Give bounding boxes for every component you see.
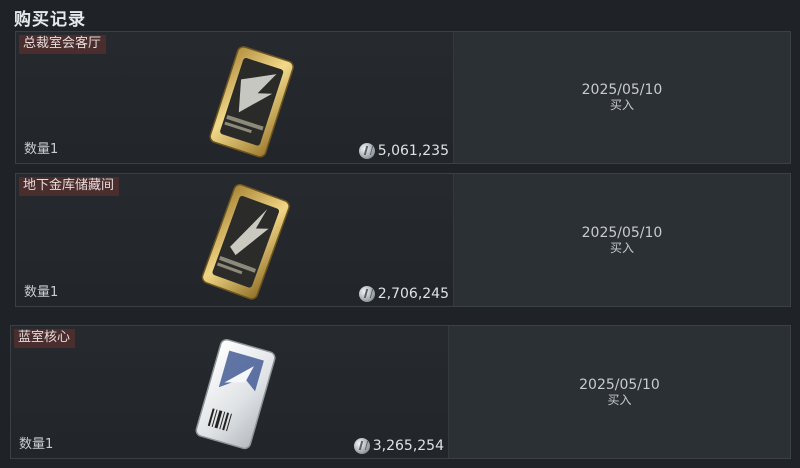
item-name-tag: 蓝室核心 [14, 329, 76, 348]
item-name-tag: 地下金库储藏间 [19, 177, 120, 196]
price-value: 2,706,245 [377, 286, 449, 302]
record-item-panel: 蓝室核心 数量1 3,265,254 [11, 326, 449, 458]
record-info-panel: 2025/05/10 买入 [449, 326, 790, 458]
purchase-record[interactable]: 蓝室核心 数量1 3,265,254 2025/05/10 买入 [10, 325, 791, 459]
transaction-type: 买入 [609, 98, 634, 112]
quantity-label: 数量1 [19, 437, 54, 452]
quantity-label: 数量1 [24, 285, 59, 300]
price-display: 2,706,245 [358, 286, 449, 302]
record-item-panel: 总裁室会客厅 数量1 5,061,235 [16, 32, 454, 163]
item-name-tag: 总裁室会客厅 [19, 35, 107, 54]
transaction-type: 买入 [609, 240, 634, 255]
purchase-date: 2025/05/10 [581, 224, 663, 241]
page-title: 购买记录 [14, 10, 86, 30]
silver-coin-icon [353, 438, 370, 454]
price-display: 3,265,254 [353, 438, 444, 454]
quantity-label: 数量1 [24, 142, 59, 157]
purchase-record[interactable]: 总裁室会客厅 数量1 5,061,235 2025/05/10 买入 [15, 31, 791, 164]
price-value: 5,061,235 [377, 143, 449, 159]
white-keycard-icon [195, 338, 276, 450]
gold-keycard-icon [209, 46, 294, 158]
silver-coin-icon [358, 286, 375, 302]
record-info-panel: 2025/05/10 买入 [454, 174, 790, 306]
record-item-panel: 地下金库储藏间 数量1 2,706,245 [16, 174, 454, 306]
record-info-panel: 2025/05/10 买入 [454, 32, 790, 163]
silver-coin-icon [358, 143, 375, 159]
purchase-record[interactable]: 地下金库储藏间 数量1 2,706,245 2025/05/10 买入 [15, 173, 791, 307]
purchase-date: 2025/05/10 [581, 82, 663, 98]
transaction-type: 买入 [607, 392, 632, 407]
purchase-date: 2025/05/10 [579, 376, 660, 393]
price-value: 3,265,254 [372, 438, 444, 454]
price-display: 5,061,235 [358, 143, 449, 159]
gold-keycard-icon [201, 183, 290, 300]
